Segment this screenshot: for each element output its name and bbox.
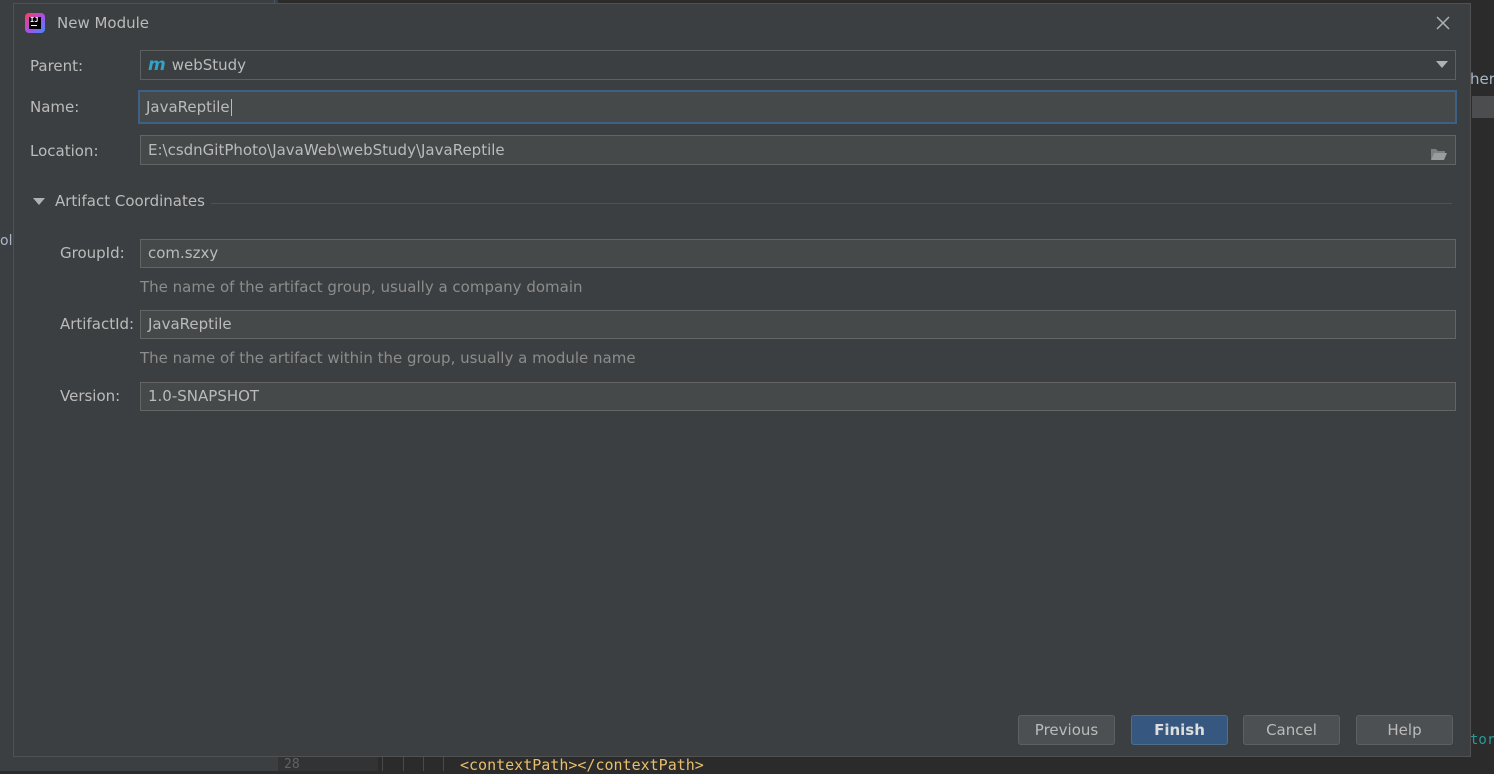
location-input[interactable]: E:\csdnGitPhoto\JavaWeb\webStudy\JavaRep… <box>140 135 1456 165</box>
new-module-dialog: IJ New Module Parent: m webStudy Name: Ja… <box>13 3 1471 757</box>
version-value: 1.0-SNAPSHOT <box>148 387 260 405</box>
chevron-down-icon[interactable] <box>1436 61 1448 68</box>
artifact-id-label: ArtifactId: <box>60 315 135 333</box>
group-id-value: com.szxy <box>148 244 219 262</box>
maven-module-icon: m <box>148 55 166 75</box>
help-button[interactable]: Help <box>1356 715 1453 745</box>
section-divider <box>211 203 1452 204</box>
background-right-block <box>1472 96 1494 118</box>
background-left-text: ol <box>0 233 13 249</box>
background-right-text-bottom: tor <box>1470 732 1494 748</box>
background-right-text: her <box>1470 70 1494 88</box>
background-line-number: 28 <box>284 757 300 772</box>
finish-button[interactable]: Finish <box>1131 715 1228 745</box>
artifact-id-hint: The name of the artifact within the grou… <box>140 349 636 367</box>
parent-value: webStudy <box>171 56 247 74</box>
version-label: Version: <box>60 387 121 405</box>
collapse-arrow-icon[interactable] <box>33 198 45 205</box>
text-caret <box>230 99 232 116</box>
name-value: JavaReptile <box>146 98 230 116</box>
name-input[interactable]: JavaReptile <box>138 90 1457 124</box>
group-id-input[interactable]: com.szxy <box>140 239 1456 268</box>
intellij-icon: IJ <box>25 13 45 33</box>
location-value: E:\csdnGitPhoto\JavaWeb\webStudy\JavaRep… <box>148 141 505 159</box>
cancel-button[interactable]: Cancel <box>1243 715 1340 745</box>
section-title: Artifact Coordinates <box>55 192 205 210</box>
parent-select[interactable]: m webStudy <box>140 50 1456 80</box>
artifact-id-input[interactable]: JavaReptile <box>140 310 1456 339</box>
background-code-line: <contextPath></contextPath> <box>460 756 704 774</box>
group-id-hint: The name of the artifact group, usually … <box>140 278 583 296</box>
group-id-label: GroupId: <box>60 244 125 262</box>
folder-open-icon[interactable] <box>1430 142 1448 160</box>
name-label: Name: <box>30 98 80 116</box>
version-input[interactable]: 1.0-SNAPSHOT <box>140 382 1456 411</box>
dialog-title-bar[interactable]: IJ New Module <box>14 4 1470 42</box>
close-icon[interactable] <box>1434 14 1452 32</box>
location-label: Location: <box>30 142 99 160</box>
artifact-id-value: JavaReptile <box>148 315 232 333</box>
previous-button[interactable]: Previous <box>1018 715 1115 745</box>
dialog-title: New Module <box>57 14 150 32</box>
parent-label: Parent: <box>30 57 84 75</box>
artifact-coordinates-section[interactable]: Artifact Coordinates <box>33 192 1452 212</box>
